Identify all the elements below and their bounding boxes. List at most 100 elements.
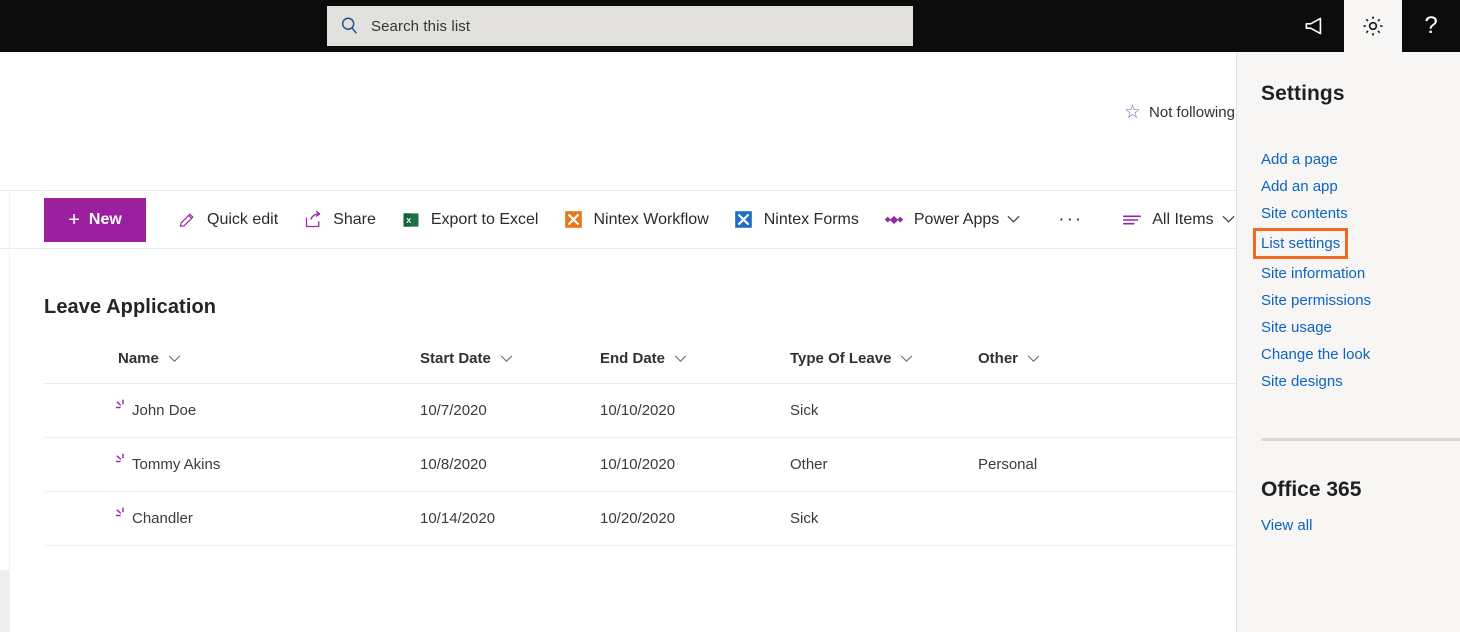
cell-start-date: 10/8/2020 [420, 437, 600, 492]
panel-link-list-settings[interactable]: List settings [1253, 228, 1349, 259]
panel-link-site-designs[interactable]: Site designs [1261, 368, 1460, 395]
export-to-excel-label: Export to Excel [430, 210, 539, 228]
column-header-label: Start Date [420, 350, 491, 367]
column-header-other[interactable]: Other [978, 350, 1236, 384]
loading-spinner-icon [115, 399, 124, 408]
help-icon[interactable]: ? [1402, 0, 1460, 52]
list-view-icon [1121, 209, 1143, 231]
search-placeholder: Search this list [371, 17, 471, 35]
cell-type-of-leave: Sick [790, 383, 978, 438]
column-header-start-date[interactable]: Start Date [420, 350, 600, 384]
quick-edit-button[interactable]: Quick edit [166, 198, 288, 242]
page-title: Leave Application [44, 296, 217, 318]
megaphone-glyph [1305, 17, 1322, 35]
suite-actions: ? [1286, 0, 1460, 52]
panel-link-site-information[interactable]: Site information [1261, 260, 1460, 287]
share-icon [302, 209, 324, 231]
column-header-label: Name [118, 350, 159, 367]
cell-start-date: 10/7/2020 [420, 383, 600, 438]
excel-icon: X [400, 209, 422, 231]
nintex-forms-icon [733, 209, 755, 231]
panel-link-add-a-page[interactable]: Add a page [1261, 146, 1460, 173]
cell-start-date: 10/14/2020 [420, 491, 600, 546]
share-button[interactable]: Share [292, 198, 386, 242]
cell-name: Chandler [44, 491, 420, 546]
list-area: Leave Application Name Start Date End Da… [0, 249, 1236, 632]
follow-button[interactable]: ☆ Not following [1124, 101, 1236, 124]
chevron-down-icon [1027, 354, 1040, 362]
nintex-forms-label: Nintex Forms [763, 210, 859, 228]
column-header-label: Type Of Leave [790, 350, 892, 367]
star-icon: ☆ [1124, 102, 1142, 123]
chevron-down-icon [1222, 215, 1235, 223]
quick-edit-label: Quick edit [207, 210, 279, 228]
help-glyph: ? [1424, 12, 1438, 39]
nintex-workflow-icon [562, 209, 584, 231]
list-table: Name Start Date End Date Type Of Leave O… [44, 350, 1236, 546]
cell-end-date: 10/10/2020 [600, 437, 790, 492]
cell-other [978, 491, 1236, 546]
cell-name: Tommy Akins [44, 437, 420, 492]
cell-end-date: 10/10/2020 [600, 383, 790, 438]
pencil-icon [176, 209, 198, 231]
nintex-workflow-button[interactable]: Nintex Workflow [552, 198, 718, 242]
column-header-end-date[interactable]: End Date [600, 350, 790, 384]
share-label: Share [333, 210, 376, 228]
settings-panel: Settings Add a page Add an app Site cont… [1236, 52, 1460, 632]
cell-value: Tommy Akins [132, 456, 221, 473]
export-to-excel-button[interactable]: X Export to Excel [390, 198, 549, 242]
plus-icon: + [68, 208, 80, 231]
megaphone-icon[interactable] [1286, 0, 1344, 52]
table-row[interactable]: Chandler 10/14/2020 10/20/2020 Sick [44, 491, 1236, 546]
panel-divider [1261, 438, 1460, 441]
sharepoint-list-page: Search this list ? ☆ Not following + New… [0, 0, 1460, 632]
panel-link-site-usage[interactable]: Site usage [1261, 314, 1460, 341]
cell-other: Personal [978, 437, 1236, 492]
powerapps-icon [883, 209, 905, 231]
panel-link-view-all[interactable]: View all [1261, 512, 1460, 539]
cell-value: John Doe [132, 402, 197, 419]
column-header-name[interactable]: Name [44, 350, 420, 384]
panel-link-site-permissions[interactable]: Site permissions [1261, 287, 1460, 314]
follow-label: Not following [1149, 104, 1235, 121]
cell-end-date: 10/20/2020 [600, 491, 790, 546]
table-row[interactable]: John Doe 10/7/2020 10/10/2020 Sick [44, 383, 1236, 438]
search-input[interactable]: Search this list [327, 6, 913, 46]
power-apps-label: Power Apps [913, 210, 1000, 228]
settings-panel-title: Settings [1261, 82, 1345, 105]
table-row[interactable]: Tommy Akins 10/8/2020 10/10/2020 Other P… [44, 437, 1236, 492]
cell-value: Chandler [132, 510, 193, 527]
chevron-down-icon [901, 354, 913, 362]
svg-text:X: X [406, 215, 411, 224]
chevron-down-icon [1007, 215, 1020, 223]
overflow-button[interactable]: ··· [1034, 198, 1107, 242]
column-header-label: End Date [600, 350, 666, 367]
loading-spinner-icon [115, 507, 124, 516]
suite-bar: Search this list ? [0, 0, 1460, 52]
panel-link-add-an-app[interactable]: Add an app [1261, 173, 1460, 200]
gear-icon[interactable] [1344, 0, 1402, 52]
column-header-type-of-leave[interactable]: Type Of Leave [790, 350, 978, 384]
panel-link-change-the-look[interactable]: Change the look [1261, 341, 1460, 368]
loading-spinner-icon [115, 453, 124, 462]
new-button[interactable]: + New [44, 197, 146, 242]
cell-type-of-leave: Other [790, 437, 978, 492]
chevron-down-icon [168, 354, 181, 362]
page-header: ☆ Not following [0, 52, 1236, 191]
gear-glyph [1363, 16, 1383, 36]
vertical-scrollbar[interactable] [0, 570, 9, 632]
chevron-down-icon [500, 354, 513, 362]
view-selector-label: All Items [1152, 210, 1214, 228]
power-apps-button[interactable]: Power Apps [873, 198, 1030, 242]
nintex-forms-button[interactable]: Nintex Forms [723, 198, 869, 242]
search-icon [341, 17, 357, 34]
table-header-row: Name Start Date End Date Type Of Leave O… [44, 350, 1236, 384]
new-button-label: New [88, 210, 122, 228]
view-selector[interactable]: All Items [1111, 198, 1244, 242]
cell-type-of-leave: Sick [790, 491, 978, 546]
panel-link-site-contents[interactable]: Site contents [1261, 200, 1460, 227]
nintex-workflow-label: Nintex Workflow [593, 210, 709, 228]
command-bar: + New Quick edit Share X Export to Excel… [0, 191, 1236, 249]
content-left-rule [9, 191, 10, 632]
office-365-title: Office 365 [1261, 478, 1362, 501]
